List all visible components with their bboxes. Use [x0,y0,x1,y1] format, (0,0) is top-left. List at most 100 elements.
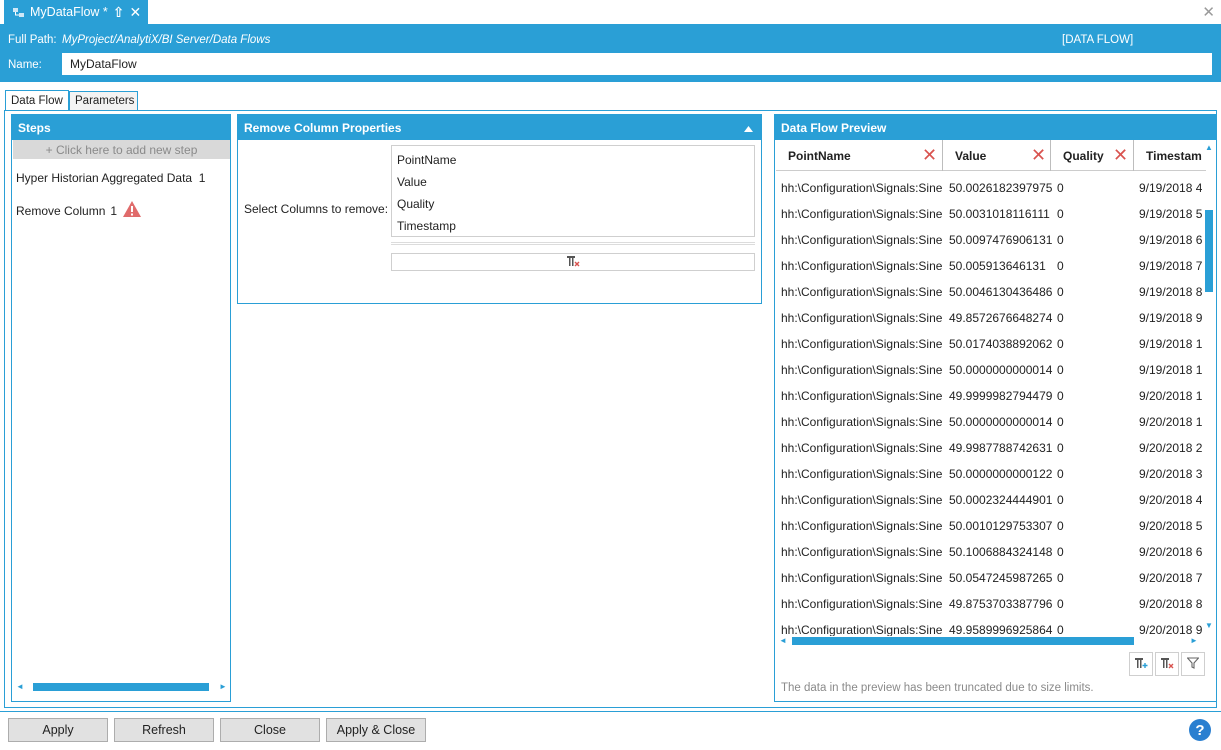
remove-column-button[interactable] [391,253,755,271]
table-cell: hh:\Configuration\Signals:Sine [781,519,943,533]
apply-button[interactable]: Apply [8,718,108,742]
table-cell: hh:\Configuration\Signals:Sine [781,545,943,559]
table-cell: 50.0026182397975 [949,181,1053,195]
table-cell: 50.0046130436486 [949,285,1053,299]
add-column-button[interactable] [1129,652,1153,676]
table-cell: 0 [1057,207,1064,221]
table-cell: hh:\Configuration\Signals:Sine [781,597,943,611]
table-row[interactable]: hh:\Configuration\Signals:Sine 49.8753703… [776,590,1202,616]
scroll-left-icon[interactable]: ◄ [16,682,24,691]
table-row[interactable]: hh:\Configuration\Signals:Sine 50.0059136… [776,252,1202,278]
table-cell: 50.0000000000122 [949,467,1053,481]
table-row[interactable]: hh:\Configuration\Signals:Sine 50.0174038… [776,330,1202,356]
table-row[interactable]: hh:\Configuration\Signals:Sine 49.9999982… [776,382,1202,408]
step-item-aggregated-data[interactable]: Hyper Historian Aggregated Data 1 [16,171,205,185]
preview-vertical-scrollbar[interactable]: ▲ ▼ [1203,143,1215,633]
pin-icon[interactable]: ⇧ [113,4,125,21]
table-row[interactable]: hh:\Configuration\Signals:Sine 50.0002324… [776,486,1202,512]
table-cell: 50.0097476906131 [949,233,1053,247]
table-cell: 0 [1057,363,1064,377]
table-row[interactable]: hh:\Configuration\Signals:Sine 50.0026182… [776,174,1202,200]
preview-grid-body: hh:\Configuration\Signals:Sine 50.0026182… [776,174,1202,636]
apply-close-button[interactable]: Apply & Close [326,718,426,742]
filter-button[interactable] [1181,652,1205,676]
add-step-button[interactable]: + Click here to add new step [13,140,230,159]
table-cell: 49.8753703387796 [949,597,1053,611]
table-cell: 0 [1057,233,1064,247]
preview-title: Data Flow Preview [775,115,1216,140]
table-row[interactable]: hh:\Configuration\Signals:Sine 50.0010129… [776,512,1202,538]
refresh-button[interactable]: Refresh [114,718,214,742]
scroll-thumb[interactable] [792,637,1134,645]
help-icon[interactable]: ? [1189,719,1211,741]
step-count: 1 [198,171,206,185]
table-row[interactable]: hh:\Configuration\Signals:Sine 50.0000000… [776,408,1202,434]
table-row[interactable]: hh:\Configuration\Signals:Sine 50.0000000… [776,460,1202,486]
table-row[interactable]: hh:\Configuration\Signals:Sine 50.0097476… [776,226,1202,252]
scroll-up-icon[interactable]: ▲ [1205,143,1213,152]
table-cell: hh:\Configuration\Signals:Sine [781,467,943,481]
remove-column-icon [1160,657,1174,672]
scroll-right-icon[interactable]: ► [219,682,227,691]
close-button[interactable]: Close [220,718,320,742]
column-header-pointname[interactable]: PointName ✕ [776,140,943,171]
table-row[interactable]: hh:\Configuration\Signals:Sine 50.0000000… [776,356,1202,382]
column-option[interactable]: Value [397,175,427,189]
remove-column-x-icon[interactable]: ✕ [1031,146,1046,164]
scroll-right-icon[interactable]: ► [1190,636,1198,645]
table-row[interactable]: hh:\Configuration\Signals:Sine 49.8572676… [776,304,1202,330]
table-row[interactable]: hh:\Configuration\Signals:Sine 49.9589996… [776,616,1202,636]
table-cell: hh:\Configuration\Signals:Sine [781,363,943,377]
table-row[interactable]: hh:\Configuration\Signals:Sine 50.0547245… [776,564,1202,590]
table-cell: 9/20/2018 5 [1139,519,1202,533]
scroll-down-icon[interactable]: ▼ [1205,621,1213,630]
remove-column-icon [566,255,580,270]
properties-header: Remove Column Properties [238,115,761,140]
table-cell: hh:\Configuration\Signals:Sine [781,181,943,195]
collapse-icon[interactable] [744,121,753,135]
preview-horizontal-scrollbar[interactable]: ◄ ► [776,635,1201,647]
properties-title: Remove Column Properties [244,120,402,135]
tab-parameters[interactable]: Parameters [69,91,138,110]
steps-horizontal-scrollbar[interactable]: ◄ ► [13,681,229,693]
table-cell: 0 [1057,311,1064,325]
scroll-left-icon[interactable]: ◄ [779,636,787,645]
table-cell: hh:\Configuration\Signals:Sine [781,389,943,403]
column-header-label: Value [955,148,987,163]
table-cell: 0 [1057,519,1064,533]
column-option[interactable]: Quality [397,197,434,211]
step-item-remove-column[interactable]: Remove Column 1 [16,200,142,221]
name-label: Name: [8,59,42,71]
table-row[interactable]: hh:\Configuration\Signals:Sine 50.0031018… [776,200,1202,226]
tab-close-icon[interactable]: ✕ [130,4,142,21]
table-row[interactable]: hh:\Configuration\Signals:Sine 50.0046130… [776,278,1202,304]
table-cell: 50.0002324444901 [949,493,1053,507]
column-header-quality[interactable]: Quality ✕ [1051,140,1134,171]
columns-list[interactable]: PointName Value Quality Timestamp [391,145,755,237]
filter-icon [1186,656,1200,672]
tab-data-flow[interactable]: Data Flow [5,90,69,111]
scroll-thumb[interactable] [1205,210,1213,292]
column-header-timestamp[interactable]: Timestam [1134,140,1206,171]
document-tab[interactable]: MyDataFlow * ⇧ ✕ [4,0,148,24]
table-cell: hh:\Configuration\Signals:Sine [781,285,943,299]
scroll-thumb[interactable] [33,683,209,691]
table-cell: 0 [1057,493,1064,507]
bottom-divider [0,711,1221,712]
column-header-value[interactable]: Value ✕ [943,140,1051,171]
header-bar: Full Path: MyProject/AnalytiX/BI Server/… [0,24,1221,82]
table-row[interactable]: hh:\Configuration\Signals:Sine 49.9987788… [776,434,1202,460]
table-cell: 9/19/2018 1 [1139,337,1202,351]
window-close-icon[interactable]: ✕ [1202,3,1215,21]
column-option[interactable]: PointName [397,153,456,167]
remove-column-x-icon[interactable]: ✕ [922,146,937,164]
table-cell: 9/19/2018 8 [1139,285,1202,299]
select-columns-label: Select Columns to remove: [244,202,389,216]
column-option[interactable]: Timestamp [397,219,456,233]
table-cell: 9/19/2018 5 [1139,207,1202,221]
remove-column-tool-button[interactable] [1155,652,1179,676]
table-row[interactable]: hh:\Configuration\Signals:Sine 50.1006884… [776,538,1202,564]
name-input[interactable] [62,53,1212,75]
table-cell: 0 [1057,415,1064,429]
remove-column-x-icon[interactable]: ✕ [1113,146,1128,164]
